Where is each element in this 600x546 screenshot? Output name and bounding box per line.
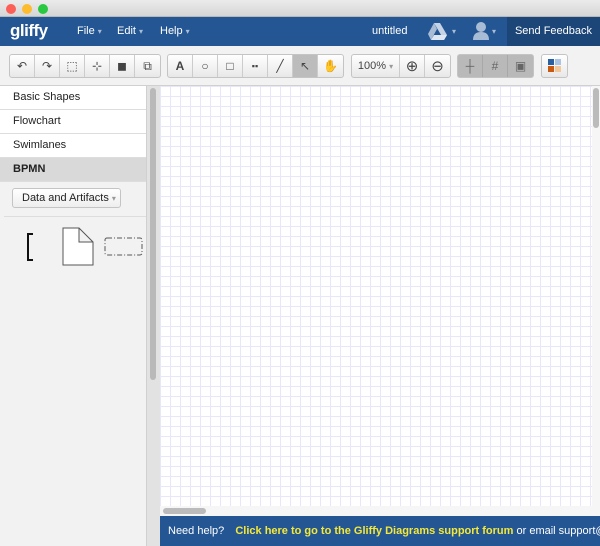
- menu-help[interactable]: Help ▾: [160, 25, 190, 37]
- shape-library-sidebar: Basic Shapes Flowchart Swimlanes BPMN Da…: [0, 86, 146, 546]
- zoom-level: 100%: [357, 60, 387, 72]
- send-to-back-icon: ⧉: [143, 58, 152, 73]
- theme-button[interactable]: [542, 55, 567, 77]
- theme-palette-icon: [547, 59, 561, 72]
- close-window-button[interactable]: [6, 4, 16, 14]
- sidebar-scrollbar[interactable]: [146, 86, 160, 546]
- menu-file-label: File: [77, 25, 95, 37]
- pan-tool-button[interactable]: ✋: [318, 55, 343, 77]
- line-icon: ╱: [276, 59, 284, 73]
- guides-toggle[interactable]: ┼: [458, 55, 483, 77]
- chevron-down-icon: ▾: [111, 194, 116, 203]
- library-bpmn[interactable]: BPMN: [0, 158, 146, 182]
- zoom-in-button[interactable]: ⊕: [400, 55, 425, 77]
- need-help-label: Need help?: [168, 525, 225, 537]
- select-all-icon: ⬚: [66, 59, 78, 73]
- theme-group: [541, 54, 568, 78]
- edit-tools-group: ↶ ↷ ⬚ ⊹ ◼ ⧉: [9, 54, 161, 78]
- send-feedback-button[interactable]: Send Feedback: [507, 17, 600, 46]
- user-account-icon[interactable]: ▾: [472, 21, 500, 44]
- scrollbar-thumb[interactable]: [163, 508, 206, 514]
- document-title[interactable]: untitled: [372, 25, 407, 37]
- undo-icon: ↶: [16, 59, 28, 73]
- shape-palette: [27, 227, 143, 266]
- rectangle-tool-button[interactable]: □: [218, 55, 243, 77]
- support-email-text: or email support@gliffy.com: [516, 525, 600, 537]
- zoom-in-icon: ⊕: [405, 58, 419, 75]
- connector-icon: ▪▪: [251, 61, 259, 71]
- group-icon: ⊹: [91, 59, 103, 73]
- app-header: gliffy File ▾ Edit ▾ Help ▾ untitled ▾ ▾ Se…: [0, 17, 600, 46]
- zoom-group: 100% ▾ ⊕ ⊖: [351, 54, 451, 78]
- zoom-level-dropdown[interactable]: 100% ▾: [352, 55, 400, 77]
- redo-icon: ↷: [41, 59, 53, 73]
- chevron-down-icon: ▾: [97, 27, 102, 36]
- bring-to-front-icon: ◼: [117, 59, 127, 73]
- group-button[interactable]: ⊹: [85, 55, 110, 77]
- select-all-button[interactable]: ⬚: [60, 55, 85, 77]
- grid-icon: #: [491, 59, 499, 73]
- canvas-horizontal-scrollbar[interactable]: [160, 506, 600, 516]
- menu-help-label: Help: [160, 25, 183, 37]
- scrollbar-thumb[interactable]: [150, 88, 156, 380]
- annotation-shape[interactable]: [27, 233, 33, 261]
- window-titlebar: [0, 0, 600, 17]
- undo-button[interactable]: ↶: [10, 55, 35, 77]
- snap-icon: ▣: [514, 59, 527, 73]
- grid-toggle[interactable]: #: [483, 55, 508, 77]
- gliffy-logo: gliffy: [10, 21, 48, 40]
- scrollbar-thumb[interactable]: [593, 88, 599, 128]
- svg-text:▾: ▾: [452, 27, 456, 36]
- circle-icon: ○: [201, 59, 209, 73]
- divider: [4, 216, 146, 217]
- menu-file[interactable]: File ▾: [77, 25, 102, 37]
- canvas-vertical-scrollbar[interactable]: [592, 86, 600, 506]
- text-tool-button[interactable]: A: [168, 55, 193, 77]
- svg-text:▾: ▾: [492, 27, 496, 36]
- help-footer: Need help? Click here to go to the Gliff…: [160, 516, 600, 546]
- pointer-tool-button[interactable]: ↖: [293, 55, 318, 77]
- library-flowchart[interactable]: Flowchart: [0, 110, 146, 134]
- ellipse-tool-button[interactable]: ○: [193, 55, 218, 77]
- group-shape[interactable]: [104, 237, 143, 256]
- snap-to-grid-toggle[interactable]: ▣: [508, 55, 533, 77]
- chevron-down-icon: ▾: [389, 61, 394, 71]
- dropdown-label: Data and Artifacts: [22, 192, 109, 204]
- square-icon: □: [226, 59, 234, 73]
- crosshair-icon: ┼: [465, 59, 475, 73]
- chevron-down-icon: ▾: [138, 27, 143, 36]
- text-icon: A: [175, 59, 185, 73]
- data-object-shape[interactable]: [62, 227, 94, 266]
- send-to-back-button[interactable]: ⧉: [135, 55, 160, 77]
- library-swimlanes[interactable]: Swimlanes: [0, 134, 146, 158]
- drawing-tools-group: A ○ □ ▪▪ ╱ ↖ ✋: [167, 54, 344, 78]
- bpmn-subcategory-dropdown[interactable]: Data and Artifacts ▾: [12, 188, 121, 208]
- grid-options-group: ┼ # ▣: [457, 54, 534, 78]
- google-drive-icon[interactable]: ▾: [427, 22, 457, 45]
- minimize-window-button[interactable]: [22, 4, 32, 14]
- bring-to-front-button[interactable]: ◼: [110, 55, 135, 77]
- menu-edit[interactable]: Edit ▾: [117, 25, 143, 37]
- library-basic-shapes[interactable]: Basic Shapes: [0, 86, 146, 110]
- redo-button[interactable]: ↷: [35, 55, 60, 77]
- connector-tool-button[interactable]: ▪▪: [243, 55, 268, 77]
- support-forum-link[interactable]: Click here to go to the Gliffy Diagrams …: [235, 525, 513, 537]
- toolbar: ↶ ↷ ⬚ ⊹ ◼ ⧉ A ○ □ ▪▪ ╱ ↖ ✋ 100% ▾ ⊕ ⊖ ┼ #…: [0, 46, 600, 86]
- zoom-out-icon: ⊖: [431, 58, 444, 75]
- chevron-down-icon: ▾: [185, 27, 190, 36]
- diagram-canvas[interactable]: [160, 86, 592, 506]
- pointer-arrow-icon: ↖: [299, 59, 311, 73]
- menu-edit-label: Edit: [117, 25, 136, 37]
- line-tool-button[interactable]: ╱: [268, 55, 293, 77]
- hand-icon: ✋: [323, 59, 338, 73]
- zoom-out-button[interactable]: ⊖: [425, 55, 450, 77]
- maximize-window-button[interactable]: [38, 4, 48, 14]
